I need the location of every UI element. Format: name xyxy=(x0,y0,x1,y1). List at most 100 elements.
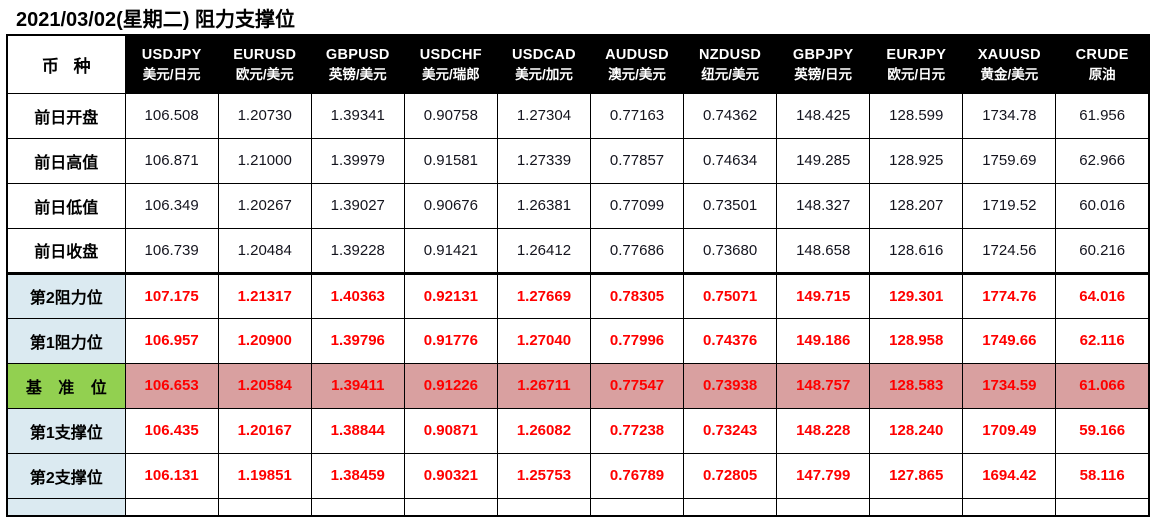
row-label: 基 准 位 xyxy=(6,362,126,409)
cell-nzdusd: 0.73501 xyxy=(683,182,778,229)
row-label: 前日高值 xyxy=(6,137,126,184)
header-cell-gbpjpy: GBPJPY 英镑/日元 xyxy=(776,34,871,94)
cell-usdchf: 0.92131 xyxy=(403,271,498,319)
cell-xauusd: 1694.42 xyxy=(962,452,1057,499)
cell-eurusd: 1.20167 xyxy=(217,407,312,454)
cell-eurusd: 1.19851 xyxy=(217,452,312,499)
cell-audusd: 0.77857 xyxy=(589,137,685,184)
cell-usdcad: 1.26711 xyxy=(496,362,591,409)
row-label: 第1阻力位 xyxy=(6,317,126,364)
cell-gbpjpy: 149.186 xyxy=(776,317,871,364)
header-symbol: USDCAD xyxy=(512,46,576,63)
cell-gbpjpy: 148.658 xyxy=(776,227,871,274)
cell-usdchf: 0.91421 xyxy=(403,227,498,274)
cell-empty xyxy=(124,497,219,517)
cell-gbpusd: 1.38844 xyxy=(310,407,405,454)
row-label: 第1支撑位 xyxy=(6,407,126,454)
cell-usdchf: 0.91776 xyxy=(403,317,498,364)
cell-xauusd: 1759.69 xyxy=(962,137,1057,184)
header-cell-usdchf: USDCHF 美元/瑞郎 xyxy=(403,34,498,94)
cell-eurusd: 1.20900 xyxy=(217,317,312,364)
cell-empty xyxy=(1055,497,1150,517)
table-row: 前日低值 106.349 1.20267 1.39027 0.90676 1.26381 0… xyxy=(6,182,1150,229)
header-cell-nzdusd: NZDUSD 纽元/美元 xyxy=(683,34,778,94)
table-row: 前日开盘 106.508 1.20730 1.39341 0.90758 1.27304 0… xyxy=(6,92,1150,139)
cell-gbpusd: 1.39341 xyxy=(310,92,405,139)
row-label xyxy=(6,497,126,517)
cell-xauusd: 1724.56 xyxy=(962,227,1057,274)
cell-audusd: 0.77163 xyxy=(589,92,685,139)
header-symbol: XAUUSD xyxy=(977,46,1041,63)
cell-crude: 59.166 xyxy=(1055,407,1150,454)
cell-eurjpy: 128.616 xyxy=(869,227,964,274)
cell-crude: 60.016 xyxy=(1055,182,1150,229)
cell-eurjpy: 128.958 xyxy=(869,317,964,364)
cell-usdjpy: 106.349 xyxy=(124,182,219,229)
cell-nzdusd: 0.75071 xyxy=(683,271,778,319)
cell-usdchf: 0.91226 xyxy=(403,362,498,409)
cell-gbpusd: 1.39979 xyxy=(310,137,405,184)
cell-usdjpy: 106.739 xyxy=(124,227,219,274)
cell-usdchf: 0.90758 xyxy=(403,92,498,139)
cell-usdcad: 1.26412 xyxy=(496,227,591,274)
cell-gbpjpy: 148.757 xyxy=(776,362,871,409)
cell-audusd: 0.76789 xyxy=(589,452,685,499)
cell-eurjpy: 128.240 xyxy=(869,407,964,454)
header-cell-gbpusd: GBPUSD 英镑/美元 xyxy=(310,34,405,94)
cell-audusd: 0.77547 xyxy=(589,362,685,409)
cell-eurjpy: 128.207 xyxy=(869,182,964,229)
cell-usdcad: 1.26082 xyxy=(496,407,591,454)
cell-eurusd: 1.20584 xyxy=(217,362,312,409)
cell-crude: 60.216 xyxy=(1055,227,1150,274)
cell-empty xyxy=(683,497,778,517)
table-row: 第2阻力位 107.175 1.21317 1.40363 0.92131 1.27669… xyxy=(6,271,1150,319)
cell-gbpjpy: 149.715 xyxy=(776,271,871,319)
page-title: 2021/03/02(星期二) 阻力支撑位 xyxy=(16,8,295,31)
header-symbol-cn: 英镑/日元 xyxy=(794,66,853,82)
table-row: 前日收盘 106.739 1.20484 1.39228 0.91421 1.26412 0… xyxy=(6,227,1150,274)
cell-gbpusd: 1.39411 xyxy=(310,362,405,409)
cell-usdcad: 1.27304 xyxy=(496,92,591,139)
table-row: 第1阻力位 106.957 1.20900 1.39796 0.91776 1.27040… xyxy=(6,317,1150,364)
cell-gbpjpy: 148.425 xyxy=(776,92,871,139)
header-symbol: GBPUSD xyxy=(325,46,390,63)
cell-crude: 62.966 xyxy=(1055,137,1150,184)
header-symbol-cn: 美元/日元 xyxy=(142,66,201,82)
table-row: 前日高值 106.871 1.21000 1.39979 0.91581 1.27339 0… xyxy=(6,137,1150,184)
cell-empty xyxy=(496,497,591,517)
cell-nzdusd: 0.73680 xyxy=(683,227,778,274)
header-cell-crude: CRUDE 原油 xyxy=(1055,34,1150,94)
cell-audusd: 0.77099 xyxy=(589,182,685,229)
header-symbol: USDJPY xyxy=(141,46,202,63)
cell-eurjpy: 127.865 xyxy=(869,452,964,499)
header-cell-usdjpy: USDJPY 美元/日元 xyxy=(124,34,219,94)
resistance-support-table: 币 种 USDJPY 美元/日元 EURUSD 欧元/美元 GBPUSD 英镑/美元 USD… xyxy=(6,34,1150,517)
cell-crude: 62.116 xyxy=(1055,317,1150,364)
cell-eurusd: 1.20730 xyxy=(217,92,312,139)
row-label: 第2阻力位 xyxy=(6,271,126,319)
cell-xauusd: 1719.52 xyxy=(962,182,1057,229)
cell-empty xyxy=(310,497,405,517)
header-symbol: EURUSD xyxy=(233,46,297,63)
cell-xauusd: 1774.76 xyxy=(962,271,1057,319)
table-row: 第2支撑位 106.131 1.19851 1.38459 0.90321 1.25753… xyxy=(6,452,1150,499)
cell-eurjpy: 128.925 xyxy=(869,137,964,184)
header-cell-eurusd: EURUSD 欧元/美元 xyxy=(217,34,312,94)
cell-eurjpy: 128.599 xyxy=(869,92,964,139)
table-row: 基 准 位 106.653 1.20584 1.39411 0.91226 1.26711… xyxy=(6,362,1150,409)
table-row: 第1支撑位 106.435 1.20167 1.38844 0.90871 1.26082… xyxy=(6,407,1150,454)
table-row-clipped xyxy=(6,497,1150,517)
cell-nzdusd: 0.72805 xyxy=(683,452,778,499)
cell-xauusd: 1749.66 xyxy=(962,317,1057,364)
header-symbol-cn: 澳元/美元 xyxy=(608,66,666,82)
cell-eurusd: 1.21317 xyxy=(217,271,312,319)
header-symbol-cn: 纽元/美元 xyxy=(701,66,759,82)
cell-usdcad: 1.27040 xyxy=(496,317,591,364)
cell-audusd: 0.77238 xyxy=(589,407,685,454)
cell-usdjpy: 107.175 xyxy=(124,271,219,319)
cell-usdchf: 0.90321 xyxy=(403,452,498,499)
table-body: 前日开盘 106.508 1.20730 1.39341 0.90758 1.27304 0… xyxy=(6,92,1150,517)
cell-xauusd: 1734.59 xyxy=(962,362,1057,409)
cell-eurusd: 1.20267 xyxy=(217,182,312,229)
cell-eurusd: 1.21000 xyxy=(217,137,312,184)
